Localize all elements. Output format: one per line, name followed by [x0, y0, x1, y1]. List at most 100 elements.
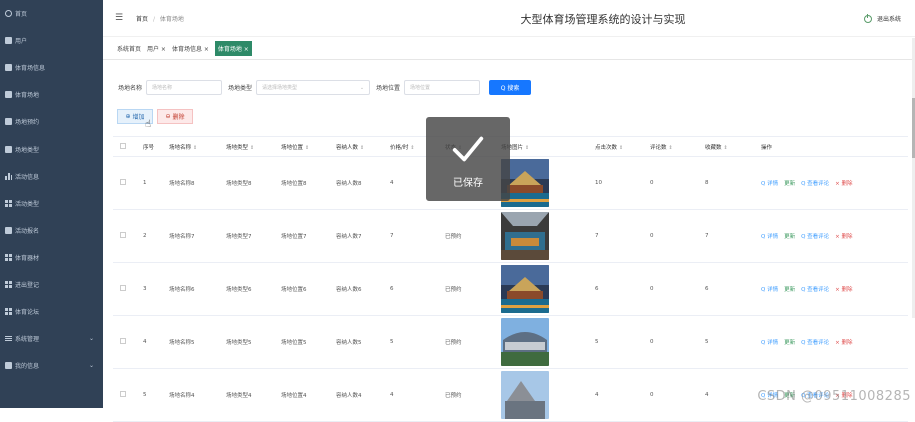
type-filter-select[interactable]: 请选择场地类型⌄: [256, 80, 370, 95]
view-comments-link[interactable]: Q 查看评论: [801, 338, 829, 346]
sidebar-item-9[interactable]: 体育器材: [0, 244, 103, 271]
column-header[interactable]: 容纳人数⇕: [332, 143, 386, 151]
chart-icon: [5, 173, 12, 180]
sort-icon[interactable]: ⇕: [360, 145, 364, 151]
location-filter-input[interactable]: 场地位置: [404, 80, 480, 95]
sort-icon[interactable]: ⇕: [619, 145, 623, 151]
delete-link[interactable]: × 删除: [835, 232, 852, 240]
sidebar-item-3[interactable]: 体育场地: [0, 81, 103, 108]
update-link[interactable]: 更新: [784, 338, 795, 346]
sort-icon[interactable]: ⇕: [410, 145, 414, 151]
sidebar-item-1[interactable]: 用户: [0, 27, 103, 54]
update-link[interactable]: 更新: [784, 179, 795, 187]
cell-type: 场地类型7: [222, 232, 277, 240]
home-icon: [5, 10, 12, 17]
cell: [497, 371, 591, 419]
search-filters: 场地名称 场地名称 场地类型 请选择场地类型⌄ 场地位置 场地位置 Q 搜索: [118, 80, 531, 95]
row-checkbox[interactable]: [120, 338, 126, 344]
sort-icon[interactable]: ⇕: [250, 145, 254, 151]
tab-3[interactable]: 体育场地 ×: [215, 41, 252, 56]
sidebar-item-label: 体育器材: [15, 253, 39, 262]
tab-2[interactable]: 体育场信息 ×: [172, 42, 209, 55]
logout-button[interactable]: 退出系统: [864, 14, 901, 23]
menu-toggle-icon[interactable]: ☰: [115, 13, 123, 23]
sidebar-item-label: 用户: [15, 36, 27, 45]
cell-capacity: 容纳人数7: [332, 232, 386, 240]
header-checkbox-cell: [113, 143, 139, 151]
column-header[interactable]: 评论数⇕: [646, 143, 701, 151]
row-actions: Q 详情更新 Q 查看评论 × 删除: [757, 179, 908, 187]
breadcrumb-home[interactable]: 首页: [136, 16, 148, 23]
cell-idx: 2: [139, 233, 165, 239]
tab-0[interactable]: 系统首页: [117, 42, 141, 55]
column-header[interactable]: 场地名称⇕: [165, 143, 222, 151]
type-icon: [5, 146, 12, 153]
person-icon: [5, 227, 12, 234]
select-all-checkbox[interactable]: [120, 143, 126, 149]
detail-link[interactable]: Q 详情: [761, 232, 778, 240]
cell-status: 已预约: [441, 338, 497, 346]
sidebar-item-11[interactable]: 体育论坛: [0, 298, 103, 325]
sort-icon[interactable]: ⇕: [305, 145, 309, 151]
profile-icon: [5, 362, 12, 369]
detail-link[interactable]: Q 详情: [761, 338, 778, 346]
cell-capacity: 容纳人数5: [332, 338, 386, 346]
column-header-label: 场地类型: [226, 145, 248, 151]
column-header[interactable]: 场地类型⇕: [222, 143, 277, 151]
watermark: CSDN @09511008285: [757, 389, 911, 404]
sort-icon[interactable]: ⇕: [193, 145, 197, 151]
check-icon: [449, 130, 487, 168]
sidebar-item-12[interactable]: 系统管理⌄: [0, 325, 103, 352]
sidebar-item-label: 体育论坛: [15, 307, 39, 316]
sidebar-item-0[interactable]: 首页: [0, 0, 103, 27]
chevron-down-icon: ⌄: [360, 85, 364, 91]
cell-comments: 0: [646, 286, 701, 292]
cell: [113, 232, 139, 240]
row-checkbox[interactable]: [120, 391, 126, 397]
detail-link[interactable]: Q 详情: [761, 179, 778, 187]
sidebar-item-2[interactable]: 体育场信息: [0, 54, 103, 81]
cell-location: 场地位置8: [277, 179, 332, 187]
cell-idx: 4: [139, 339, 165, 345]
view-comments-link[interactable]: Q 查看评论: [801, 285, 829, 293]
sort-icon[interactable]: ⇕: [525, 145, 529, 151]
sort-icon[interactable]: ⇕: [669, 145, 673, 151]
tab-1[interactable]: 用户 ×: [147, 42, 166, 55]
sidebar-item-label: 系统管理: [15, 334, 39, 343]
cell-price: 6: [386, 286, 441, 292]
column-header[interactable]: 点击次数⇕: [591, 143, 646, 151]
delete-button[interactable]: ⊖ 删除: [157, 109, 193, 124]
update-link[interactable]: 更新: [784, 285, 795, 293]
system-title: 大型体育场管理系统的设计与实现: [403, 11, 803, 27]
search-button[interactable]: Q 搜索: [489, 80, 531, 95]
sidebar-item-6[interactable]: 活动信息: [0, 163, 103, 190]
sidebar-item-13[interactable]: 我的信息⌄: [0, 352, 103, 379]
sidebar-item-7[interactable]: 活动类型: [0, 190, 103, 217]
row-checkbox[interactable]: [120, 179, 126, 185]
column-header[interactable]: 场地位置⇕: [277, 143, 332, 151]
sidebar-item-8[interactable]: 活动报名: [0, 217, 103, 244]
logout-label: 退出系统: [877, 14, 901, 23]
sort-icon[interactable]: ⇕: [724, 145, 728, 151]
cell-price: 4: [386, 392, 441, 398]
row-checkbox[interactable]: [120, 285, 126, 291]
location-filter-placeholder: 场地位置: [410, 84, 430, 91]
row-checkbox[interactable]: [120, 232, 126, 238]
update-link[interactable]: 更新: [784, 232, 795, 240]
column-header[interactable]: 场地图片⇕: [497, 143, 591, 151]
cell-favorites: 4: [701, 392, 757, 398]
view-comments-link[interactable]: Q 查看评论: [801, 232, 829, 240]
detail-link[interactable]: Q 详情: [761, 285, 778, 293]
delete-link[interactable]: × 删除: [835, 285, 852, 293]
view-comments-link[interactable]: Q 查看评论: [801, 179, 829, 187]
sidebar-item-4[interactable]: 场地预约: [0, 108, 103, 135]
column-header[interactable]: 收藏数⇕: [701, 143, 757, 151]
grid-icon: [5, 254, 12, 261]
name-filter-input[interactable]: 场地名称: [146, 80, 222, 95]
sidebar-item-5[interactable]: 场地类型: [0, 135, 103, 162]
cell-comments: 0: [646, 233, 701, 239]
delete-link[interactable]: × 删除: [835, 338, 852, 346]
delete-link[interactable]: × 删除: [835, 179, 852, 187]
search-button-label: Q 搜索: [501, 83, 520, 92]
sidebar-item-10[interactable]: 进出登记: [0, 271, 103, 298]
